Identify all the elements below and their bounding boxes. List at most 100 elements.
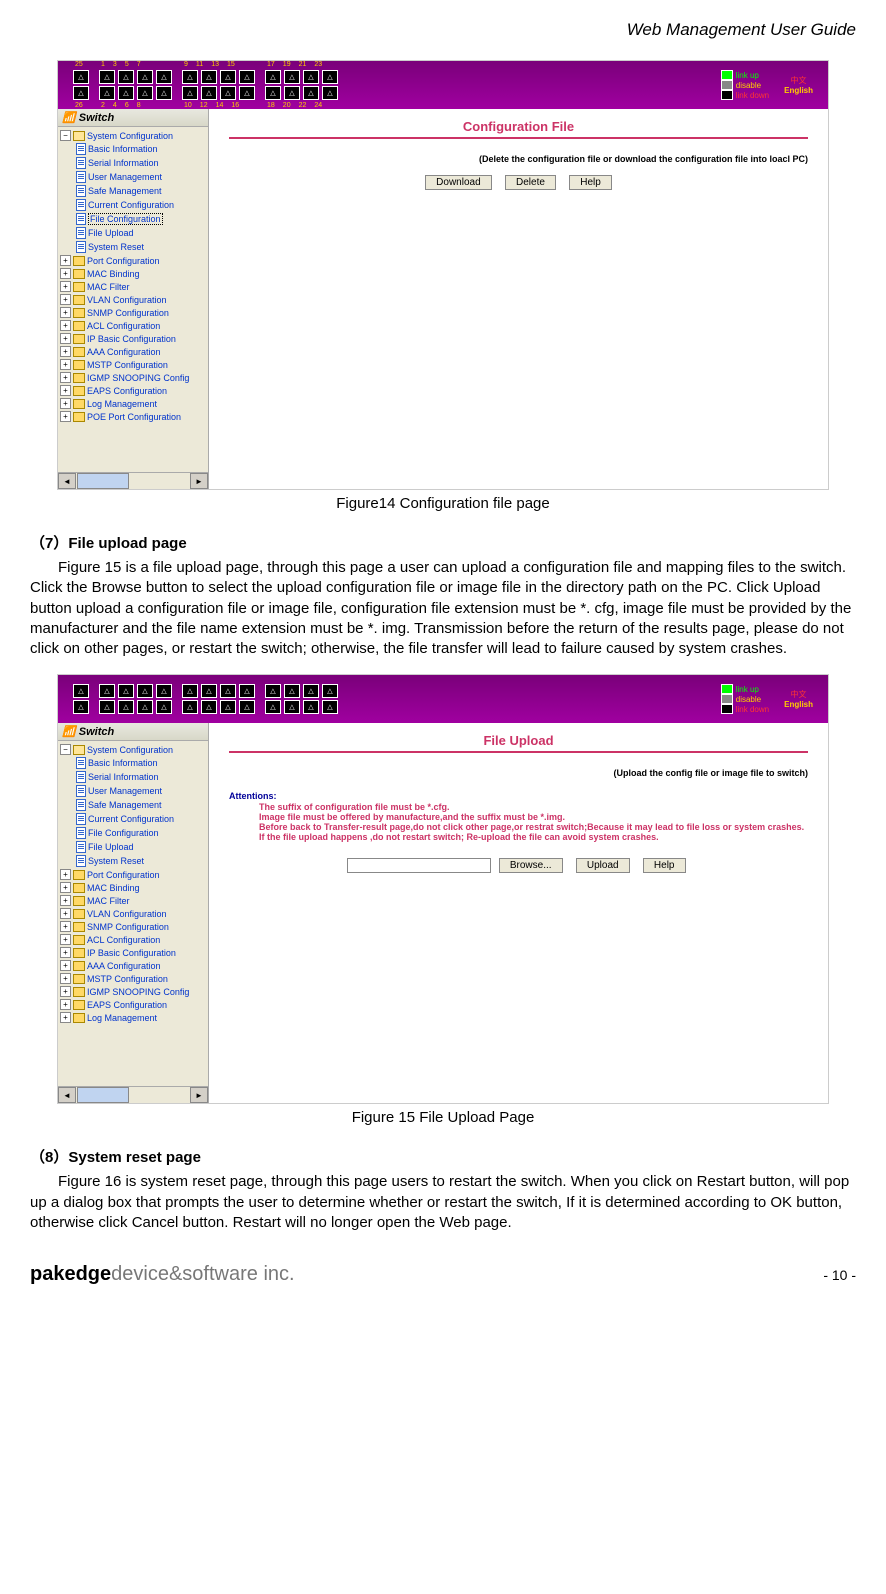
tree-page-item[interactable]: User Management (58, 170, 208, 184)
tree-folder-closed[interactable]: +MAC Binding (58, 267, 208, 280)
plus-icon[interactable]: + (60, 869, 71, 880)
tree-label: MSTP Configuration (87, 360, 168, 370)
plus-icon[interactable]: + (60, 908, 71, 919)
tree-folder-closed[interactable]: +Log Management (58, 1011, 208, 1024)
plus-icon[interactable]: + (60, 934, 71, 945)
port-icon (303, 86, 319, 100)
plus-icon[interactable]: + (60, 411, 71, 422)
scrollbar[interactable]: ◄ ► (58, 472, 208, 489)
tree-folder-closed[interactable]: +EAPS Configuration (58, 384, 208, 397)
tree-page-item[interactable]: System Reset (58, 240, 208, 254)
plus-icon[interactable]: + (60, 307, 71, 318)
port-label: 8 (137, 102, 141, 109)
tree-folder-closed[interactable]: +AAA Configuration (58, 345, 208, 358)
tree-folder-closed[interactable]: +MAC Filter (58, 280, 208, 293)
download-button[interactable]: Download (425, 175, 491, 190)
tree-folder-closed[interactable]: +ACL Configuration (58, 319, 208, 332)
tree-page-item[interactable]: Basic Information (58, 756, 208, 770)
port-label: 25 (75, 61, 83, 68)
delete-button[interactable]: Delete (505, 175, 556, 190)
tree-page-item[interactable]: File Upload (58, 226, 208, 240)
tree-folder-closed[interactable]: +MSTP Configuration (58, 972, 208, 985)
tree-folder-closed[interactable]: +Port Configuration (58, 868, 208, 881)
tree-folder-closed[interactable]: +MAC Binding (58, 881, 208, 894)
minus-icon[interactable]: − (60, 744, 71, 755)
plus-icon[interactable]: + (60, 268, 71, 279)
tree-folder-closed[interactable]: +EAPS Configuration (58, 998, 208, 1011)
scroll-thumb[interactable] (77, 473, 129, 489)
scroll-left-icon[interactable]: ◄ (58, 473, 76, 489)
tree-page-item[interactable]: File Configuration (58, 826, 208, 840)
file-input[interactable] (347, 858, 491, 873)
plus-icon[interactable]: + (60, 385, 71, 396)
tree-folder-open[interactable]: −System Configuration (58, 129, 208, 142)
scroll-left-icon[interactable]: ◄ (58, 1087, 76, 1103)
scroll-thumb[interactable] (77, 1087, 129, 1103)
plus-icon[interactable]: + (60, 973, 71, 984)
plus-icon[interactable]: + (60, 986, 71, 997)
page-icon (76, 855, 86, 867)
port-icon (137, 700, 153, 714)
plus-icon[interactable]: + (60, 921, 71, 932)
tree-page-item[interactable]: File Upload (58, 840, 208, 854)
tree-page-item[interactable]: User Management (58, 784, 208, 798)
plus-icon[interactable]: + (60, 882, 71, 893)
language-switch[interactable]: 中文 English (784, 689, 813, 709)
tree-folder-closed[interactable]: +ACL Configuration (58, 933, 208, 946)
tree-page-item[interactable]: Serial Information (58, 770, 208, 784)
port-label: 26 (75, 102, 83, 109)
tree-folder-closed[interactable]: +IGMP SNOOPING Config (58, 371, 208, 384)
port-icon (239, 684, 255, 698)
tree-page-item[interactable]: Safe Management (58, 798, 208, 812)
tree-page-item[interactable]: Safe Management (58, 184, 208, 198)
plus-icon[interactable]: + (60, 372, 71, 383)
tree-folder-closed[interactable]: +IP Basic Configuration (58, 946, 208, 959)
page-icon (76, 171, 86, 183)
tree-page-item[interactable]: Current Configuration (58, 812, 208, 826)
plus-icon[interactable]: + (60, 398, 71, 409)
plus-icon[interactable]: + (60, 960, 71, 971)
language-switch[interactable]: 中文 English (784, 75, 813, 95)
divider (229, 751, 808, 753)
plus-icon[interactable]: + (60, 1012, 71, 1023)
tree-folder-open[interactable]: −System Configuration (58, 743, 208, 756)
port-icon (118, 684, 134, 698)
plus-icon[interactable]: + (60, 294, 71, 305)
tree-folder-closed[interactable]: +MAC Filter (58, 894, 208, 907)
help-button[interactable]: Help (643, 858, 686, 873)
plus-icon[interactable]: + (60, 947, 71, 958)
plus-icon[interactable]: + (60, 320, 71, 331)
plus-icon[interactable]: + (60, 346, 71, 357)
port-icon (303, 70, 319, 84)
port-icon (284, 86, 300, 100)
help-button[interactable]: Help (569, 175, 612, 190)
plus-icon[interactable]: + (60, 359, 71, 370)
tree-folder-closed[interactable]: + MSTP Configuration (58, 358, 208, 371)
tree-page-item[interactable]: System Reset (58, 854, 208, 868)
tree-folder-closed[interactable]: +IP Basic Configuration (58, 332, 208, 345)
scroll-right-icon[interactable]: ► (190, 473, 208, 489)
plus-icon[interactable]: + (60, 255, 71, 266)
tree-folder-closed[interactable]: +IGMP SNOOPING Config (58, 985, 208, 998)
tree-folder-closed[interactable]: +VLAN Configuration (58, 293, 208, 306)
tree-folder-closed[interactable]: +AAA Configuration (58, 959, 208, 972)
tree-page-item[interactable]: Serial Information (58, 156, 208, 170)
browse-button[interactable]: Browse... (499, 858, 563, 873)
plus-icon[interactable]: + (60, 333, 71, 344)
tree-page-item[interactable]: File Configuration (58, 212, 208, 226)
tree-folder-closed[interactable]: +Log Management (58, 397, 208, 410)
tree-folder-closed[interactable]: +VLAN Configuration (58, 907, 208, 920)
plus-icon[interactable]: + (60, 895, 71, 906)
tree-page-item[interactable]: Basic Information (58, 142, 208, 156)
plus-icon[interactable]: + (60, 999, 71, 1010)
tree-folder-closed[interactable]: +SNMP Configuration (58, 920, 208, 933)
scroll-right-icon[interactable]: ► (190, 1087, 208, 1103)
tree-folder-closed[interactable]: +Port Configuration (58, 254, 208, 267)
tree-page-item[interactable]: Current Configuration (58, 198, 208, 212)
plus-icon[interactable]: + (60, 281, 71, 292)
tree-folder-closed[interactable]: +POE Port Configuration (58, 410, 208, 423)
scrollbar[interactable]: ◄ ► (58, 1086, 208, 1103)
upload-button[interactable]: Upload (576, 858, 630, 873)
minus-icon[interactable]: − (60, 130, 71, 141)
tree-folder-closed[interactable]: +SNMP Configuration (58, 306, 208, 319)
